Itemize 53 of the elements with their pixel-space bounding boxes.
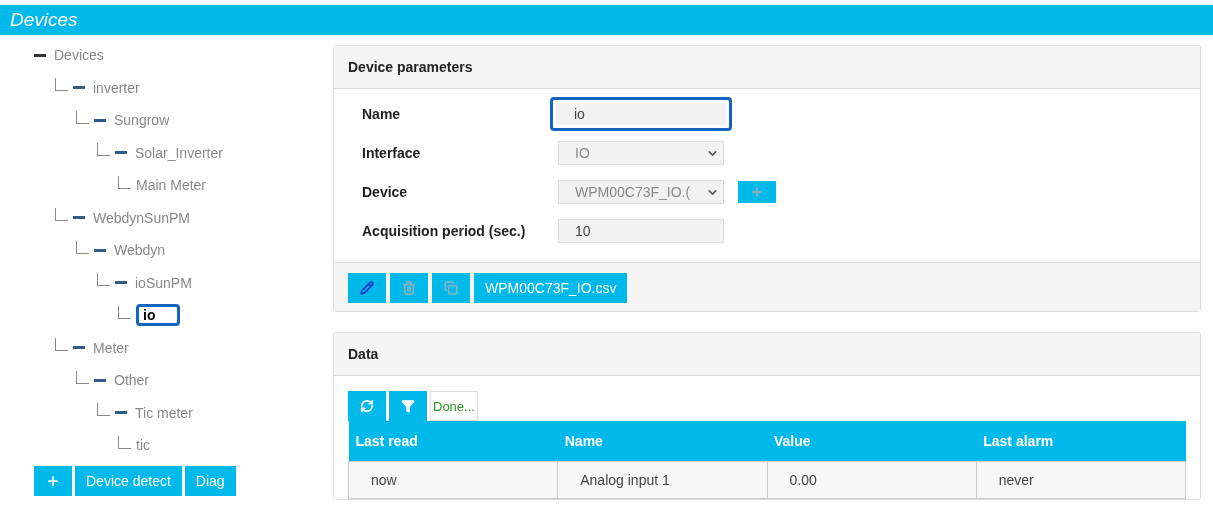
column-header: Last read xyxy=(348,421,558,462)
collapse-icon[interactable] xyxy=(94,248,106,252)
collapse-icon[interactable] xyxy=(94,378,106,382)
refresh-icon xyxy=(360,399,374,413)
text-field[interactable]: 10 xyxy=(558,219,724,243)
tree-item[interactable]: inverter xyxy=(93,79,140,96)
column-header: Last alarm xyxy=(976,421,1186,462)
tree-item[interactable]: Sungrow xyxy=(114,112,170,129)
table-cell: never xyxy=(976,461,1186,499)
dropdown[interactable]: WPM00C73F_IO.( xyxy=(558,180,724,204)
action-button[interactable]: WPM00C73F_IO.csv xyxy=(474,273,628,303)
tree-item[interactable]: io xyxy=(136,304,181,327)
collapse-icon[interactable] xyxy=(73,86,85,90)
collapse-icon[interactable] xyxy=(73,346,85,350)
collapse-icon[interactable] xyxy=(115,151,127,155)
tree-item[interactable]: Main Meter xyxy=(136,177,207,194)
field-label: Acquisition period (sec.) xyxy=(362,223,527,239)
tree-item[interactable]: Webdyn xyxy=(114,242,166,259)
action-button[interactable]: Device detect xyxy=(75,465,182,496)
collapse-icon[interactable] xyxy=(94,118,106,122)
table-cell: 0.00 xyxy=(767,461,977,499)
action-button[interactable]: Diag xyxy=(184,465,236,496)
page-title: Devices xyxy=(10,9,78,31)
tree-item[interactable]: ioSunPM xyxy=(135,274,192,291)
tree-item[interactable]: tic xyxy=(136,437,150,454)
tree-item[interactable]: Tic meter xyxy=(135,404,193,421)
edit-button[interactable] xyxy=(348,273,386,303)
filter-icon xyxy=(401,399,415,413)
panel-title: Data xyxy=(348,346,379,362)
tree-item[interactable]: Meter xyxy=(93,339,129,356)
text-field[interactable]: io xyxy=(550,97,732,131)
table-cell: now xyxy=(348,461,558,499)
field-label: Device xyxy=(362,184,409,200)
panel-title: Device parameters xyxy=(348,59,473,75)
status-text: Done... xyxy=(430,391,478,421)
column-header: Name xyxy=(557,421,767,462)
table-cell: Analog input 1 xyxy=(557,461,767,499)
collapse-icon[interactable] xyxy=(115,281,127,285)
collapse-icon[interactable] xyxy=(73,216,85,220)
tree-item[interactable]: Solar_Inverter xyxy=(135,144,223,161)
trash-icon xyxy=(402,280,416,296)
tree-item[interactable]: WebdynSunPM xyxy=(93,209,190,226)
collapse-icon[interactable] xyxy=(34,53,46,57)
field-label: Interface xyxy=(362,145,422,161)
column-header: Value xyxy=(767,421,977,462)
tree-item[interactable]: Devices xyxy=(54,47,104,64)
pencil-icon xyxy=(360,280,374,296)
plus-icon xyxy=(750,185,764,199)
dropdown[interactable]: IO xyxy=(558,141,724,165)
copy-icon xyxy=(444,280,458,296)
tree-item[interactable]: Other xyxy=(114,372,149,389)
field-label: Name xyxy=(362,106,402,122)
collapse-icon[interactable] xyxy=(115,411,127,415)
